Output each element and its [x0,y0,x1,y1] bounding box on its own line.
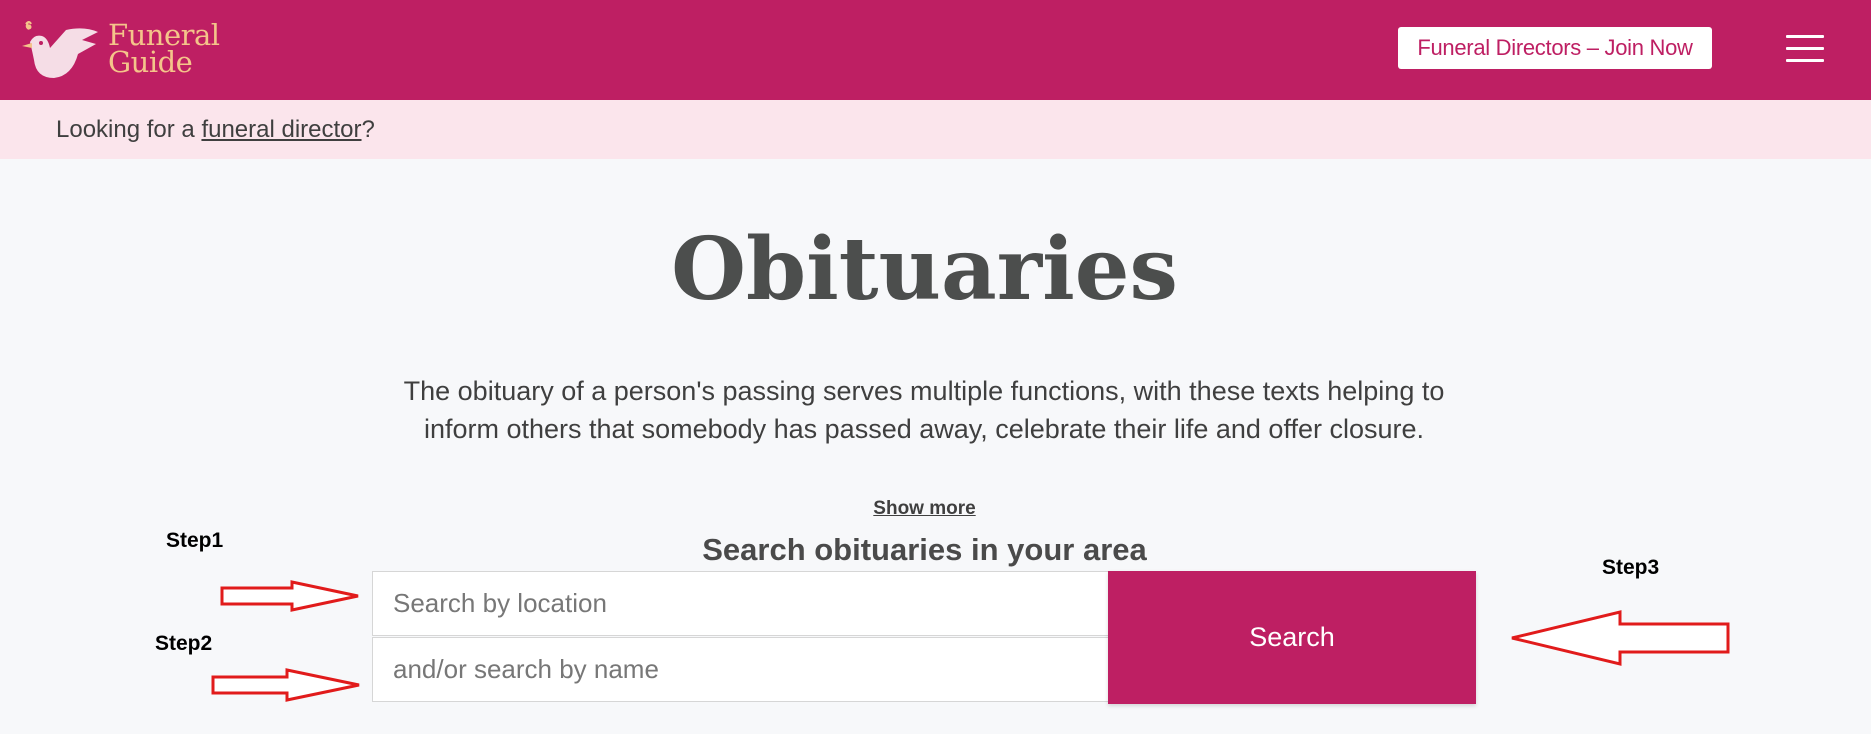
join-now-button[interactable]: Funeral Directors – Join Now [1398,27,1712,69]
name-search-input[interactable] [372,637,1110,702]
banner-text: Looking for a funeral director? [56,116,375,144]
location-search-input[interactable] [372,571,1110,636]
search-button[interactable]: Search [1108,571,1476,704]
step1-label: Step1 [166,529,224,552]
site-header: Funeral Guide Funeral Directors – Join N… [0,0,1871,100]
director-banner: Looking for a funeral director? [0,100,1871,159]
banner-prefix: Looking for a [56,115,202,143]
funeral-director-link[interactable]: funeral director [201,116,361,143]
step3-arrow-icon [1511,610,1730,666]
step2-label: Step2 [155,632,213,655]
menu-bar [1786,59,1824,62]
logo-line-guide: Guide [108,45,193,79]
page-title: Obituaries [671,219,1178,320]
funeral-guide-logo[interactable]: Funeral Guide [20,16,220,82]
menu-bar [1786,35,1824,38]
dove-logo-icon [22,21,98,78]
banner-suffix: ? [361,115,375,143]
logo-text: Funeral Guide [108,21,220,79]
menu-bar [1786,47,1824,50]
intro-text: The obituary of a person's passing serve… [403,376,1445,444]
step2-arrow-icon [211,668,360,702]
step1-arrow-icon [220,580,359,612]
step3-label: Step3 [1602,556,1660,579]
show-more-link[interactable]: Show more [0,498,1849,520]
hamburger-menu-icon[interactable] [1786,35,1824,63]
search-heading: Search obituaries in your area [702,532,1147,567]
